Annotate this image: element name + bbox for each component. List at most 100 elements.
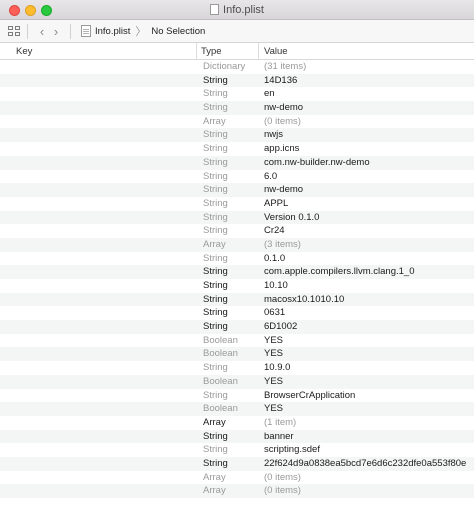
table-row[interactable]: Icon fileStringapp.icns [0,142,474,156]
type-cell[interactable]: String [203,74,259,88]
table-row[interactable]: File quarantine enabledBooleanYES [0,334,474,348]
table-row[interactable]: ▶LocalizationsArray(0 items) [0,484,474,498]
type-cell[interactable]: String [203,170,259,184]
type-cell[interactable]: Boolean [203,375,259,389]
table-row[interactable]: Bundle display nameStringnw-demo [0,101,474,115]
type-cell[interactable]: Boolean [203,347,259,361]
value-cell[interactable]: com.nw-builder.nw-demo [264,156,474,170]
type-cell[interactable]: String [203,142,259,156]
type-cell[interactable]: String [203,224,259,238]
column-header-value[interactable]: Value [264,46,288,57]
table-row[interactable]: ▶Document typesArray(0 items) [0,115,474,129]
value-cell[interactable]: (0 items) [264,115,474,129]
type-cell[interactable]: String [203,197,259,211]
table-row[interactable]: NSUserNotificationAlertStyleStringbanner [0,429,474,444]
value-cell[interactable]: (1 item) [264,416,474,430]
table-row[interactable]: ScriptableBooleanYES [0,374,474,389]
value-cell[interactable]: 14D136 [264,74,474,88]
table-row[interactable]: BuildMachineOSBuildString14D136 [0,73,474,88]
value-cell[interactable]: (31 items) [264,60,474,74]
back-arrow-icon[interactable]: ‹ [35,24,49,39]
value-cell[interactable]: app.icns [264,142,474,156]
value-cell[interactable]: 6D1002 [264,320,474,334]
table-row[interactable]: Bundle nameStringnw-demo [0,183,474,197]
table-row[interactable]: Localization native development re...Str… [0,87,474,101]
value-cell[interactable]: en [264,87,474,101]
type-cell[interactable]: String [203,443,259,457]
table-row[interactable]: ▶NSUserActivityTypesArray(1 item) [0,416,474,430]
value-cell[interactable]: YES [264,402,474,416]
type-cell[interactable]: String [203,320,259,334]
table-row[interactable]: Supports Automatic Graphics Swit...Boole… [0,402,474,416]
forward-arrow-icon[interactable]: › [49,24,63,39]
table-row[interactable]: ▶Exported Type UTIsArray(0 items) [0,471,474,485]
table-row[interactable]: Principal classStringBrowserCrApplicatio… [0,389,474,403]
value-cell[interactable]: nwjs [264,128,474,142]
column-resize-handle[interactable] [196,43,197,59]
table-row[interactable]: Bundle identifierStringcom.nw-builder.nw… [0,155,474,170]
table-row[interactable]: DTCompilerStringcom.apple.compilers.llvm… [0,265,474,279]
value-cell[interactable]: (0 items) [264,471,474,485]
type-cell[interactable]: Boolean [203,334,259,348]
type-cell[interactable]: String [203,430,259,444]
table-row[interactable]: DTXcodeBuildString6D1002 [0,320,474,334]
type-cell[interactable]: Array [203,416,259,430]
value-cell[interactable]: BrowserCrApplication [264,389,474,403]
table-row[interactable]: Executable fileStringnwjs [0,128,474,143]
type-cell[interactable]: String [203,156,259,170]
value-cell[interactable]: (3 items) [264,238,474,252]
related-items-grid-icon[interactable] [8,26,20,36]
type-cell[interactable]: String [203,128,259,142]
type-cell[interactable]: String [203,361,259,375]
column-header-key[interactable]: Key [16,46,32,57]
value-cell[interactable]: com.apple.compilers.llvm.clang.1_0 [264,265,474,279]
type-cell[interactable]: Array [203,484,259,498]
table-row[interactable]: DTXcodeString0631 [0,306,474,320]
type-cell[interactable]: Array [203,238,259,252]
type-cell[interactable]: String [203,252,259,266]
table-row[interactable]: ▶URL typesArray(3 items) [0,237,474,252]
value-cell[interactable]: YES [264,347,474,361]
table-row[interactable]: Scripting definition file nameStringscri… [0,443,474,457]
type-cell[interactable]: Array [203,115,259,129]
type-cell[interactable]: String [203,101,259,115]
value-cell[interactable]: YES [264,375,474,389]
value-cell[interactable]: 22f624d9a0838ea5bcd7e6d6c232dfe0a553f80e [264,457,474,471]
value-cell[interactable]: scripting.sdef [264,443,474,457]
type-cell[interactable]: String [203,87,259,101]
value-cell[interactable]: banner [264,430,474,444]
type-cell[interactable]: String [203,457,259,471]
type-cell[interactable]: String [203,293,259,307]
table-row[interactable]: Minimum system versionString10.9.0 [0,361,474,375]
table-row[interactable]: InfoDictionary versionString6.0 [0,170,474,184]
type-cell[interactable]: String [203,389,259,403]
type-cell[interactable]: Boolean [203,402,259,416]
table-row[interactable]: DTSDKName+−Stringmacosx10.1010.10 [0,292,474,307]
value-cell[interactable]: nw-demo [264,183,474,197]
value-cell[interactable]: YES [264,334,474,348]
column-resize-handle[interactable] [258,43,259,59]
table-row[interactable]: Bundle creator OS Type codeStringCr24 [0,224,474,238]
breadcrumb-file[interactable]: Info.plist [95,26,130,37]
type-cell[interactable]: Dictionary [203,60,259,74]
value-cell[interactable]: (0 items) [264,484,474,498]
type-cell[interactable]: Array [203,471,259,485]
table-row[interactable]: Application has localized display n...Bo… [0,347,474,362]
table-row[interactable]: Bundle versions string, shortStringVersi… [0,210,474,225]
table-row[interactable]: DTSDKBuildString10.10 [0,279,474,293]
type-cell[interactable]: String [203,183,259,197]
value-cell[interactable]: APPL [264,197,474,211]
type-cell[interactable]: String [203,279,259,293]
value-cell[interactable]: macosx10.1010.10 [264,293,474,307]
breadcrumb-selection[interactable]: No Selection [151,26,205,37]
value-cell[interactable]: 10.10 [264,279,474,293]
type-cell[interactable]: String [203,211,259,225]
value-cell[interactable]: 10.9.0 [264,361,474,375]
value-cell[interactable]: Cr24 [264,224,474,238]
column-header-type[interactable]: Type [201,46,222,57]
type-cell[interactable]: String [203,265,259,279]
value-cell[interactable]: 0631 [264,306,474,320]
value-cell[interactable]: 6.0 [264,170,474,184]
value-cell[interactable]: 0.1.0 [264,252,474,266]
table-row[interactable]: ▼Information Property ListDictionary(31 … [0,60,474,74]
